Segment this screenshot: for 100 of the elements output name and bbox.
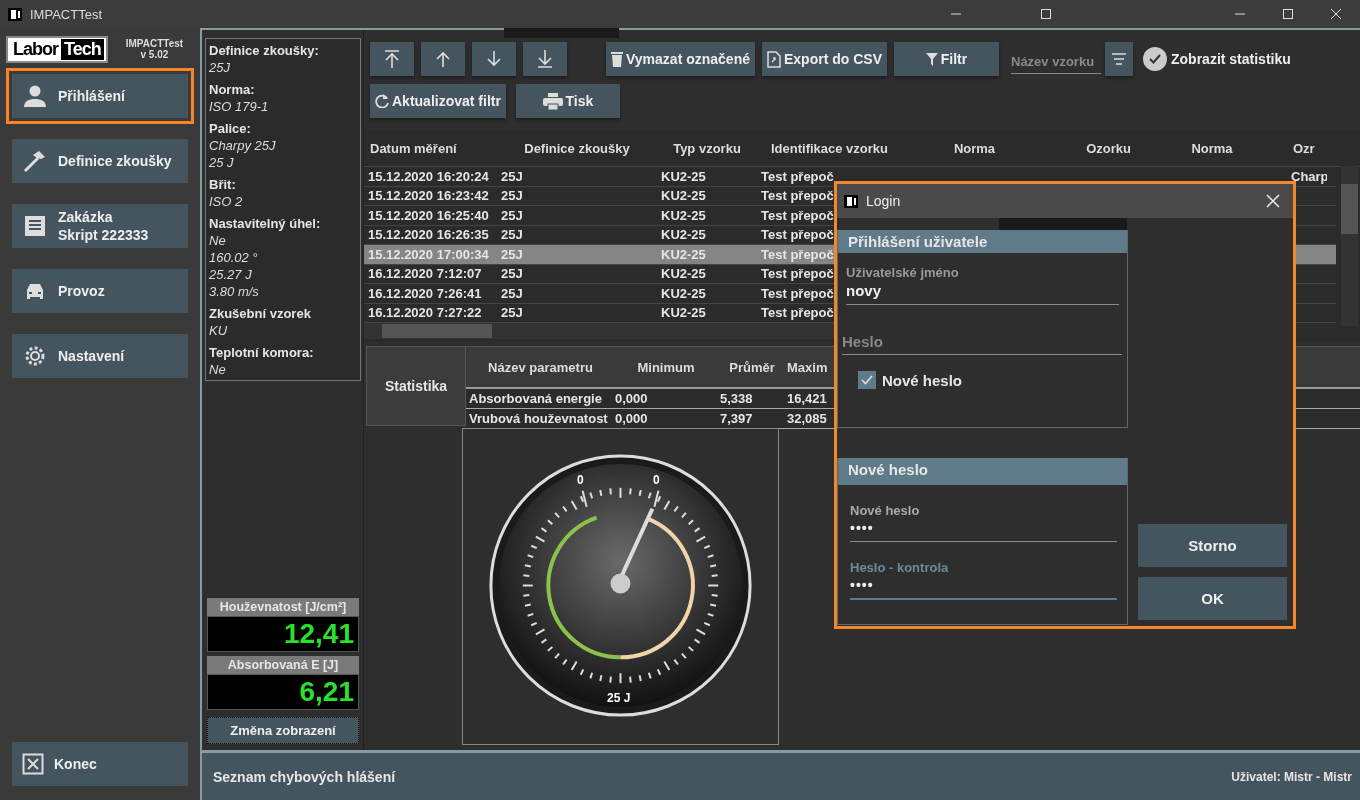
- info-value: ISO 2: [209, 193, 244, 210]
- checkbox[interactable]: [858, 371, 876, 389]
- info-value: 25 J: [209, 154, 235, 171]
- arrow-to-top-icon: [382, 49, 402, 69]
- window-title: IMPACTTest: [30, 6, 102, 22]
- refresh-button[interactable]: Aktualizovat filtr: [370, 84, 506, 118]
- table-cell-text: 0,000: [614, 391, 649, 406]
- app-logo-icon: [8, 7, 22, 21]
- table-cell: Test přepoč: [761, 188, 834, 204]
- table-cell-text: 0,000: [614, 411, 649, 426]
- info-label: Teplotní komora:: [209, 345, 315, 361]
- field-label: Nové heslo: [850, 503, 921, 518]
- table-cell: Test přepoč: [761, 207, 834, 223]
- table-cell: Test přepoč: [761, 246, 834, 262]
- filter-button[interactable]: Filtr: [894, 42, 999, 76]
- sort-icon: [1112, 53, 1126, 65]
- cancel-button[interactable]: Storno: [1138, 524, 1287, 567]
- arrow-down-icon: [484, 49, 504, 69]
- field-label: Heslo - kontrola: [850, 560, 950, 575]
- app-version: v 5.02: [140, 49, 169, 60]
- table-cell: KU2-25: [661, 168, 706, 184]
- info-label: Zkušební vzorek: [209, 306, 312, 322]
- column-header[interactable]: Datum měření: [364, 140, 497, 156]
- error-list-link[interactable]: Seznam chybových hlášení: [213, 768, 396, 785]
- table-cell: Test přepoč: [761, 168, 834, 184]
- top-arrow-button[interactable]: [370, 42, 414, 76]
- export-button[interactable]: Export do CSV: [762, 42, 887, 76]
- gauge-label: 0: [577, 473, 584, 487]
- column-header[interactable]: Norma: [902, 140, 1047, 156]
- column-header[interactable]: Ozr: [1287, 140, 1327, 156]
- hammer-icon: [22, 148, 48, 174]
- column-header[interactable]: Definice zkoušky: [497, 140, 657, 156]
- info-value: 25J: [209, 59, 231, 76]
- person-icon: [22, 83, 48, 109]
- drag-handle[interactable]: [999, 218, 1127, 230]
- table-cell: 15.12.2020 16:23:42: [368, 188, 489, 204]
- table-cell: KU2-25: [661, 305, 706, 321]
- delete-button[interactable]: Vymazat označené: [606, 42, 755, 76]
- password-field[interactable]: Heslo: [842, 329, 1122, 355]
- up-arrow-button[interactable]: [421, 42, 465, 76]
- username-field[interactable]: novy: [846, 280, 1119, 305]
- table-cell: 15.12.2020 16:25:40: [368, 207, 489, 223]
- section-title: Přihlášení uživatele: [838, 230, 1127, 253]
- table-cell: 25J: [501, 305, 523, 321]
- info-value: ISO 179-1: [209, 98, 270, 115]
- sort-button[interactable]: [1105, 42, 1133, 76]
- column-header: Název parametru: [487, 359, 594, 375]
- refresh-icon: [375, 94, 389, 108]
- table-cell: KU2-25: [661, 207, 706, 223]
- info-label: Definice zkoušky:: [209, 43, 320, 59]
- table-cell: Test přepoč: [761, 285, 834, 301]
- table-cell: 15.12.2020 17:00:34: [368, 246, 489, 262]
- table-cell: 25J: [501, 285, 523, 301]
- column-header[interactable]: Typ vzorku: [657, 140, 757, 156]
- table-cell: 15.12.2020 16:26:35: [368, 227, 489, 243]
- table-cell: Test přepoč: [761, 305, 834, 321]
- section-title: Nové heslo: [838, 458, 1127, 485]
- info-value: Charpy 25J: [209, 137, 277, 154]
- horizontal-scrollbar[interactable]: [364, 323, 834, 339]
- maximize-icon[interactable]: [1282, 8, 1294, 20]
- info-label: Nastavitelný úhel:: [209, 216, 322, 232]
- info-value: KU: [209, 322, 229, 339]
- gauge-label: 0: [653, 473, 660, 487]
- bottom-arrow-button[interactable]: [523, 42, 567, 76]
- maximize-icon[interactable]: [1040, 8, 1052, 20]
- table-cell-text: Absorbovaná energie: [468, 391, 603, 406]
- vertical-scrollbar[interactable]: [1341, 166, 1358, 326]
- funnel-icon: [925, 52, 938, 66]
- password-field[interactable]: ••••: [850, 575, 1117, 600]
- field-label: Uživatelské jméno: [846, 265, 960, 280]
- ok-button[interactable]: OK: [1138, 577, 1287, 620]
- sample-name-field[interactable]: Název vzorku: [1011, 44, 1101, 74]
- table-cell: 16.12.2020 7:26:41: [368, 285, 482, 301]
- user-label: Uživatel: Mistr - Mistr: [1231, 769, 1352, 784]
- close-icon[interactable]: [1266, 194, 1280, 208]
- password-field[interactable]: ••••: [850, 518, 1117, 542]
- print-button[interactable]: Tisk: [515, 84, 620, 118]
- column-header[interactable]: Identifikace vzorku: [757, 140, 902, 156]
- view-toggle-button[interactable]: Změna zobrazení: [207, 717, 359, 744]
- info-value: Ne: [209, 361, 227, 378]
- table-cell: 25J: [501, 207, 523, 223]
- drag-handle[interactable]: [504, 28, 619, 38]
- checkbox-label: Nové heslo: [882, 371, 963, 389]
- statistics-label: Statistika: [366, 346, 466, 426]
- down-arrow-button[interactable]: [472, 42, 516, 76]
- table-cell-text: Vrubová houževnatost: [468, 411, 609, 426]
- table-cell: KU2-25: [661, 188, 706, 204]
- document-icon: [22, 213, 48, 239]
- arrow-to-bottom-icon: [535, 49, 555, 69]
- table-cell-text: 32,085: [786, 411, 828, 426]
- table-cell: 25J: [501, 246, 523, 262]
- table-cell-text: 7,397: [719, 411, 754, 426]
- nav-button[interactable]: Přihlášení: [6, 68, 194, 124]
- column-header[interactable]: Norma: [1137, 140, 1287, 156]
- trash-icon: [611, 51, 623, 67]
- table-cell: 15.12.2020 16:20:24: [368, 168, 489, 184]
- table-cell: KU2-25: [661, 227, 706, 243]
- close-icon[interactable]: [1330, 8, 1342, 20]
- show-statistics-toggle[interactable]: Zobrazit statistiku: [1143, 47, 1291, 71]
- column-header[interactable]: Ozorku: [1047, 140, 1137, 156]
